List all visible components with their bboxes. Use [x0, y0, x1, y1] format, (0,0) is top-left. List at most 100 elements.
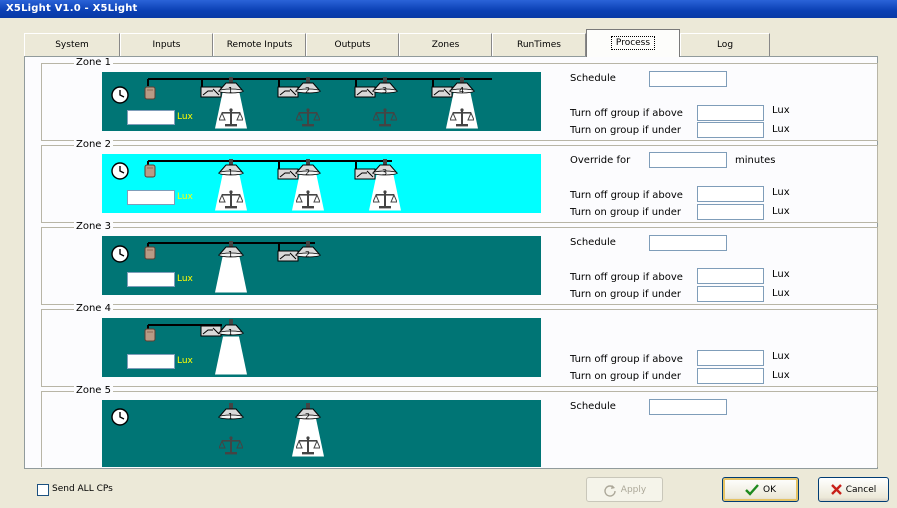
- light-sensor-icon: [144, 246, 156, 260]
- apply-label: Apply: [620, 484, 647, 495]
- lamp-1-number: 1: [228, 328, 234, 337]
- zone-1-on-unit: Lux: [772, 124, 790, 135]
- light-sensor-icon: [144, 86, 156, 100]
- zone-2-override-unit: minutes: [735, 155, 776, 166]
- scale-icon: [450, 108, 474, 128]
- zone-3-off-unit: Lux: [772, 269, 790, 280]
- lamp-2-number: 2: [305, 412, 311, 421]
- zone-5-schedule-label: Schedule: [570, 401, 616, 412]
- title-bar: X5Light V1.0 - X5Light: [0, 0, 897, 18]
- lamp-2-number: 2: [305, 86, 311, 95]
- zone-3-schedule-field[interactable]: [649, 235, 727, 251]
- zone-1-group: Zone 1 Lux 1 2 3 4 Schedule Turn off gro…: [41, 57, 878, 141]
- zone-4-on-label: Turn on group if under: [570, 371, 682, 382]
- tab-remote-inputs[interactable]: Remote Inputs: [213, 33, 306, 56]
- tab-zones[interactable]: Zones: [399, 33, 492, 56]
- zone-4-group: Zone 4 Lux 1 Turn off group if above Lux…: [41, 303, 878, 387]
- zone-2-diagram: Lux 1 2 3: [102, 154, 541, 213]
- zone-3-schedule-label: Schedule: [570, 237, 616, 248]
- tab-strip: System Inputs Remote Inputs Outputs Zone…: [24, 29, 784, 57]
- zone-2-on-unit: Lux: [772, 206, 790, 217]
- lamp-1-number: 1: [228, 86, 234, 95]
- zone-5-diagram: 1 2: [102, 400, 541, 467]
- tab-outputs[interactable]: Outputs: [306, 33, 399, 56]
- zone-1-title: Zone 1: [74, 57, 113, 68]
- zone-2-off-label: Turn off group if above: [570, 190, 683, 201]
- window-title: X5Light V1.0 - X5Light: [6, 3, 138, 14]
- scale-icon: [296, 436, 320, 456]
- cancel-button[interactable]: Cancel: [818, 477, 889, 502]
- apply-button[interactable]: Apply: [586, 477, 663, 502]
- tab-log[interactable]: Log: [680, 33, 770, 56]
- ok-label: OK: [763, 484, 776, 495]
- zone-5-title: Zone 5: [74, 385, 113, 396]
- zone-2-lux-label: Lux: [177, 192, 193, 202]
- zone-1-on-label: Turn on group if under: [570, 125, 682, 136]
- zone-1-lux-label: Lux: [177, 112, 193, 122]
- zone-2-override-label: Override for: [570, 155, 631, 166]
- clock-icon: [111, 245, 129, 263]
- tab-process[interactable]: Process: [586, 29, 680, 57]
- zone-4-off-label: Turn off group if above: [570, 354, 683, 365]
- zone-4-on-field[interactable]: [697, 368, 764, 384]
- zone-2-override-field[interactable]: [649, 152, 727, 168]
- clock-icon: [111, 408, 129, 426]
- tab-process-label: Process: [610, 36, 656, 50]
- zone-1-diagram: Lux 1 2 3 4: [102, 72, 541, 131]
- zone-2-off-field[interactable]: [697, 186, 764, 202]
- zone-5-group: Zone 5 1 2 Schedule: [41, 385, 878, 467]
- zone-3-on-unit: Lux: [772, 288, 790, 299]
- zone-3-group: Zone 3 Lux 1 2 Schedule Turn off group i…: [41, 221, 878, 305]
- lamp-3-number: 3: [382, 86, 388, 95]
- lamp-1-number: 1: [228, 412, 234, 421]
- zone-2-off-unit: Lux: [772, 187, 790, 198]
- zone-4-lux-value[interactable]: [127, 354, 175, 369]
- checkmark-icon: [745, 483, 759, 496]
- clock-icon: [111, 86, 129, 104]
- zone-1-schedule-field[interactable]: [649, 71, 727, 87]
- zone-3-on-field[interactable]: [697, 286, 764, 302]
- send-all-label: Send ALL CPs: [52, 484, 113, 494]
- send-all-checkbox[interactable]: [37, 484, 49, 496]
- zone-5-schedule-field[interactable]: [649, 399, 727, 415]
- zone-1-on-field[interactable]: [697, 122, 764, 138]
- light-sensor-icon: [144, 328, 156, 342]
- zone-1-off-field[interactable]: [697, 105, 764, 121]
- zone-3-off-field[interactable]: [697, 268, 764, 284]
- close-icon: [830, 484, 842, 495]
- lamp-2-number: 2: [305, 168, 311, 177]
- zone-1-schedule-label: Schedule: [570, 73, 616, 84]
- zone-4-off-unit: Lux: [772, 351, 790, 362]
- zone-4-on-unit: Lux: [772, 370, 790, 381]
- zone-2-on-field[interactable]: [697, 204, 764, 220]
- scale-icon: [219, 108, 243, 128]
- clock-icon: [111, 162, 129, 180]
- zone-4-off-field[interactable]: [697, 350, 764, 366]
- cancel-label: Cancel: [845, 484, 877, 495]
- zone-1-off-label: Turn off group if above: [570, 108, 683, 119]
- zone-4-title: Zone 4: [74, 303, 113, 314]
- ok-button[interactable]: OK: [722, 477, 799, 502]
- tab-inputs[interactable]: Inputs: [120, 33, 213, 56]
- scale-icon: [219, 190, 243, 210]
- zone-3-diagram: Lux 1 2: [102, 236, 541, 295]
- tab-system[interactable]: System: [24, 33, 120, 56]
- zone-2-lux-value[interactable]: [127, 190, 175, 205]
- zone-2-title: Zone 2: [74, 139, 113, 150]
- lamp-1-number: 1: [228, 168, 234, 177]
- tab-runtimes[interactable]: RunTimes: [492, 33, 586, 56]
- zone-1-off-unit: Lux: [772, 105, 790, 116]
- lamp-3-number: 3: [382, 168, 388, 177]
- zone-4-lux-label: Lux: [177, 356, 193, 366]
- zone-3-lux-label: Lux: [177, 274, 193, 284]
- zone-4-diagram: Lux 1: [102, 318, 541, 377]
- scale-icon: [373, 108, 397, 128]
- scale-icon: [373, 190, 397, 210]
- zone-2-group: Zone 2 Lux 1 2 3 Override for minutes Tu…: [41, 139, 878, 223]
- zone-3-lux-value[interactable]: [127, 272, 175, 287]
- refresh-icon: [604, 484, 616, 497]
- light-sensor-icon: [144, 164, 156, 178]
- zone-2-on-label: Turn on group if under: [570, 207, 682, 218]
- zone-1-lux-value[interactable]: [127, 110, 175, 125]
- lamp-2-number: 2: [305, 250, 311, 259]
